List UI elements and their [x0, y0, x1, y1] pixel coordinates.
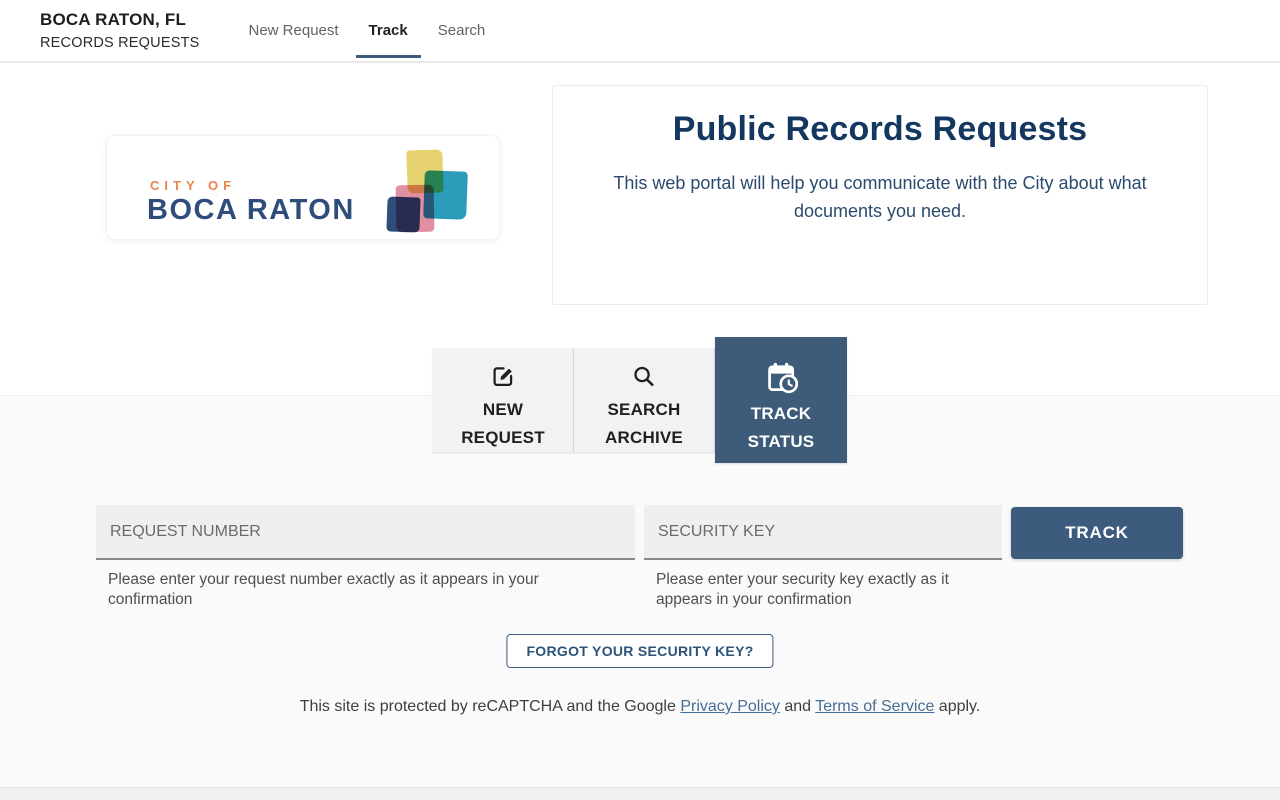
footer-strip [0, 787, 1280, 800]
tab-label: NEW REQUEST [461, 400, 545, 447]
header-nav: New Request Track Search [234, 0, 501, 62]
forgot-security-key-button[interactable]: FORGOT YOUR SECURITY KEY? [506, 634, 774, 668]
terms-of-service-link[interactable]: Terms of Service [815, 698, 934, 715]
recaptcha-notice: This site is protected by reCAPTCHA and … [0, 698, 1280, 716]
logo-city-name: BOCA RATON [147, 194, 355, 226]
security-key-helper: Please enter your security key exactly a… [656, 571, 949, 608]
page: BOCA RATON, FL RECORDS REQUESTS New Requ… [0, 0, 1280, 800]
city-logo-card: CITY OF BOCA RATON [106, 135, 500, 240]
nav-item-new-request[interactable]: New Request [234, 0, 354, 62]
tab-label: SEARCH ARCHIVE [605, 400, 683, 447]
security-key-input[interactable] [644, 505, 1002, 560]
track-button[interactable]: TRACK [1011, 507, 1183, 559]
edit-square-icon [493, 367, 513, 386]
city-flag-icon [386, 149, 477, 234]
brand-block: BOCA RATON, FL RECORDS REQUESTS [40, 10, 200, 51]
brand-subtitle: RECORDS REQUESTS [40, 35, 200, 51]
tab-label: TRACK STATUS [747, 404, 815, 451]
tab-search-archive[interactable]: SEARCH ARCHIVE [574, 348, 715, 452]
intro-card: Public Records Requests This web portal … [552, 85, 1208, 305]
recaptcha-text-prefix: This site is protected by reCAPTCHA and … [299, 698, 681, 715]
mode-tabs: NEW REQUEST SEARCH ARCHIVE TRACK STATUS [433, 337, 847, 463]
page-title: Public Records Requests [672, 110, 1088, 148]
recaptcha-text-suffix: apply. [934, 698, 981, 715]
brand-title: BOCA RATON, FL [40, 10, 187, 29]
top-navbar: BOCA RATON, FL RECORDS REQUESTS New Requ… [0, 0, 1280, 63]
privacy-policy-link[interactable]: Privacy Policy [680, 698, 780, 715]
request-number-helper: Please enter your request number exactly… [108, 571, 539, 608]
request-number-input[interactable] [96, 505, 635, 560]
logo-eyebrow-text: CITY OF [150, 178, 237, 193]
recaptcha-text-middle: and [779, 698, 816, 715]
calendar-clock-icon [768, 362, 798, 394]
search-icon [634, 366, 654, 387]
tab-track-status[interactable]: TRACK STATUS [715, 337, 847, 463]
tab-new-request[interactable]: NEW REQUEST [433, 348, 574, 452]
nav-item-track[interactable]: Track [354, 0, 423, 62]
nav-item-search[interactable]: Search [423, 0, 501, 62]
page-subtitle: This web portal will help you communicat… [613, 173, 1147, 221]
flag-navy-shape [386, 196, 421, 233]
